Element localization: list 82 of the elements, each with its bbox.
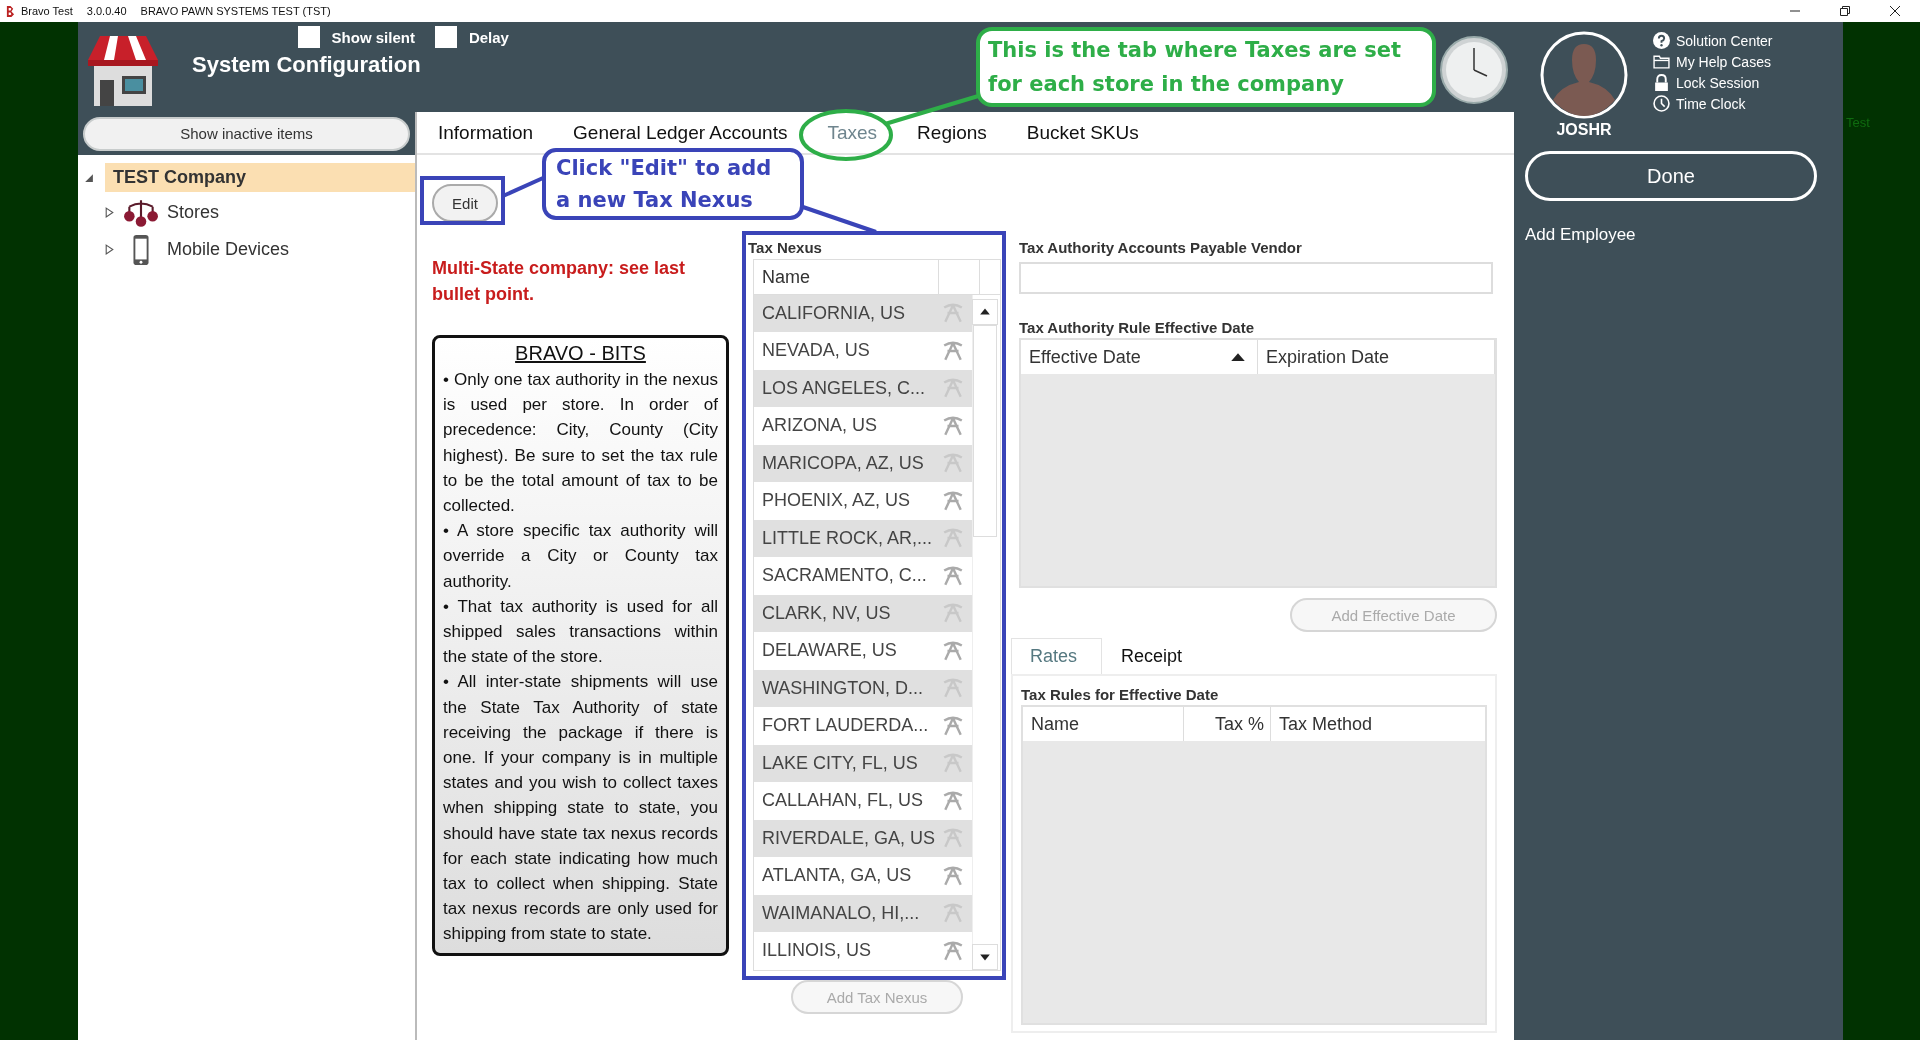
menu-link[interactable]: My Help Cases [1676,53,1771,70]
app-icon [6,4,15,18]
remove-icon[interactable] [942,603,964,624]
remove-icon[interactable] [942,940,964,961]
tree-item[interactable]: Stores [167,202,220,223]
warning-text: Multi-State company: see last bullet point. [432,257,687,306]
tab[interactable]: Bucket SKUs [1026,121,1139,144]
remove-icon[interactable] [942,528,964,549]
clock-icon [1653,95,1670,112]
tab[interactable]: Rates [1011,638,1103,674]
tab[interactable]: Regions [917,121,987,144]
section-label: Tax Authority Rule Effective Date [1019,319,1256,336]
app-version: 3.0.0.40 [86,5,127,17]
remove-icon[interactable] [942,378,964,399]
sort-icon [1231,352,1245,361]
expand-icon[interactable] [104,244,115,255]
app-name: Bravo Test [21,5,73,17]
callout: Click "Edit" to add a new Tax Nexus [542,148,804,220]
remove-icon[interactable] [942,753,964,774]
user-name: JOSHR [1556,121,1612,139]
lock-icon [1653,74,1670,91]
callout: This is the tab where Taxes are set for each store in the company [976,27,1436,107]
folder-icon [1653,53,1670,70]
remove-icon[interactable] [942,678,964,699]
checkbox-label: Delay [468,28,509,46]
tree-item[interactable]: Mobile Devices [167,239,290,260]
column-header[interactable]: Tax Method [1271,707,1373,741]
table-cell[interactable]: ILLINOIS, US [762,940,872,962]
scrollbar[interactable] [972,295,997,970]
table-cell[interactable]: ARIZONA, US [762,415,877,437]
remove-icon[interactable] [942,640,964,661]
remove-icon[interactable] [942,828,964,849]
remove-icon[interactable] [942,715,964,736]
bullet-point: • Only one tax authority in the nexus is used per store. In order of precedence: City, County (City highest). Be sure to set the tax rule to be the total amount of tax to be collected. [443,369,718,517]
expand-icon[interactable] [104,207,115,218]
help-icon [1653,32,1670,49]
table-cell[interactable]: DELAWARE, US [762,640,897,662]
remove-icon[interactable] [942,865,964,886]
checkbox[interactable] [297,26,320,48]
remove-icon[interactable] [942,565,964,586]
tab[interactable]: Taxes [827,121,878,144]
done-button[interactable]: Done [1525,151,1817,201]
table-cell[interactable]: FORT LAUDERDA... [762,715,929,737]
table-cell[interactable]: PHOENIX, AZ, US [762,490,911,512]
section-label: Tax Rules for Effective Date [1021,686,1220,703]
card-title: BRAVO - BITS [514,342,647,365]
table-cell[interactable]: ATLANTA, GA, US [762,865,912,887]
field-label: Tax Authority Accounts Payable Vendor [1019,239,1303,256]
add-employee-link[interactable]: Add Employee [1525,225,1843,245]
menu-link[interactable]: Lock Session [1676,74,1760,91]
tab[interactable]: Information [438,121,534,144]
checkbox-label: Show silent [331,28,415,46]
remove-icon[interactable] [942,790,964,811]
avatar-icon[interactable] [1539,30,1629,120]
column-header[interactable]: Name [754,260,939,294]
vendor-field[interactable] [1019,262,1493,294]
section-label: Tax Nexus [748,239,823,256]
table-cell[interactable]: NEVADA, US [762,340,870,362]
remove-icon[interactable] [942,340,964,361]
tab[interactable]: Receipt [1102,638,1208,674]
edit-button[interactable]: Edit [432,184,498,222]
page-title: System Configuration [192,52,421,78]
leader-line [502,176,544,198]
bullet-point: • All inter-state shipments will use the State Tax Authority of state receiving the package if there is one. If your company is in multiple states and you wish to collect taxes when shipping state to state, you should have state tax nexus records for each state indicating how much tax to collect when shipping. State tax nexus records are only used for shipping from state to state. [443,671,718,946]
scroll-down-icon[interactable] [972,944,998,970]
bullet-point: • A store specific tax authority will override a City or County tax authority. [443,520,718,593]
table-cell[interactable]: SACRAMENTO, C... [762,565,927,587]
checkbox[interactable] [434,26,457,48]
remove-icon[interactable] [942,903,964,924]
remove-icon[interactable] [942,490,964,511]
company-name: BRAVO PAWN SYSTEMS TEST (TST) [140,5,331,17]
tab[interactable]: General Ledger Accounts [573,121,788,144]
scroll-up-icon[interactable] [972,299,998,325]
menu-link[interactable]: Solution Center [1676,32,1773,49]
tree-item[interactable]: TEST Company [105,162,415,192]
remove-icon[interactable] [942,453,964,474]
remove-icon[interactable] [942,415,964,436]
remove-icon[interactable] [942,303,964,324]
environment-label: Test [1846,115,1870,130]
bullet-point: • That tax authority is used for all shipped sales transactions within the state of the store. [443,595,718,669]
table-cell[interactable]: CALLAHAN, FL, US [762,790,924,812]
menu-link[interactable]: Time Clock [1676,95,1746,112]
